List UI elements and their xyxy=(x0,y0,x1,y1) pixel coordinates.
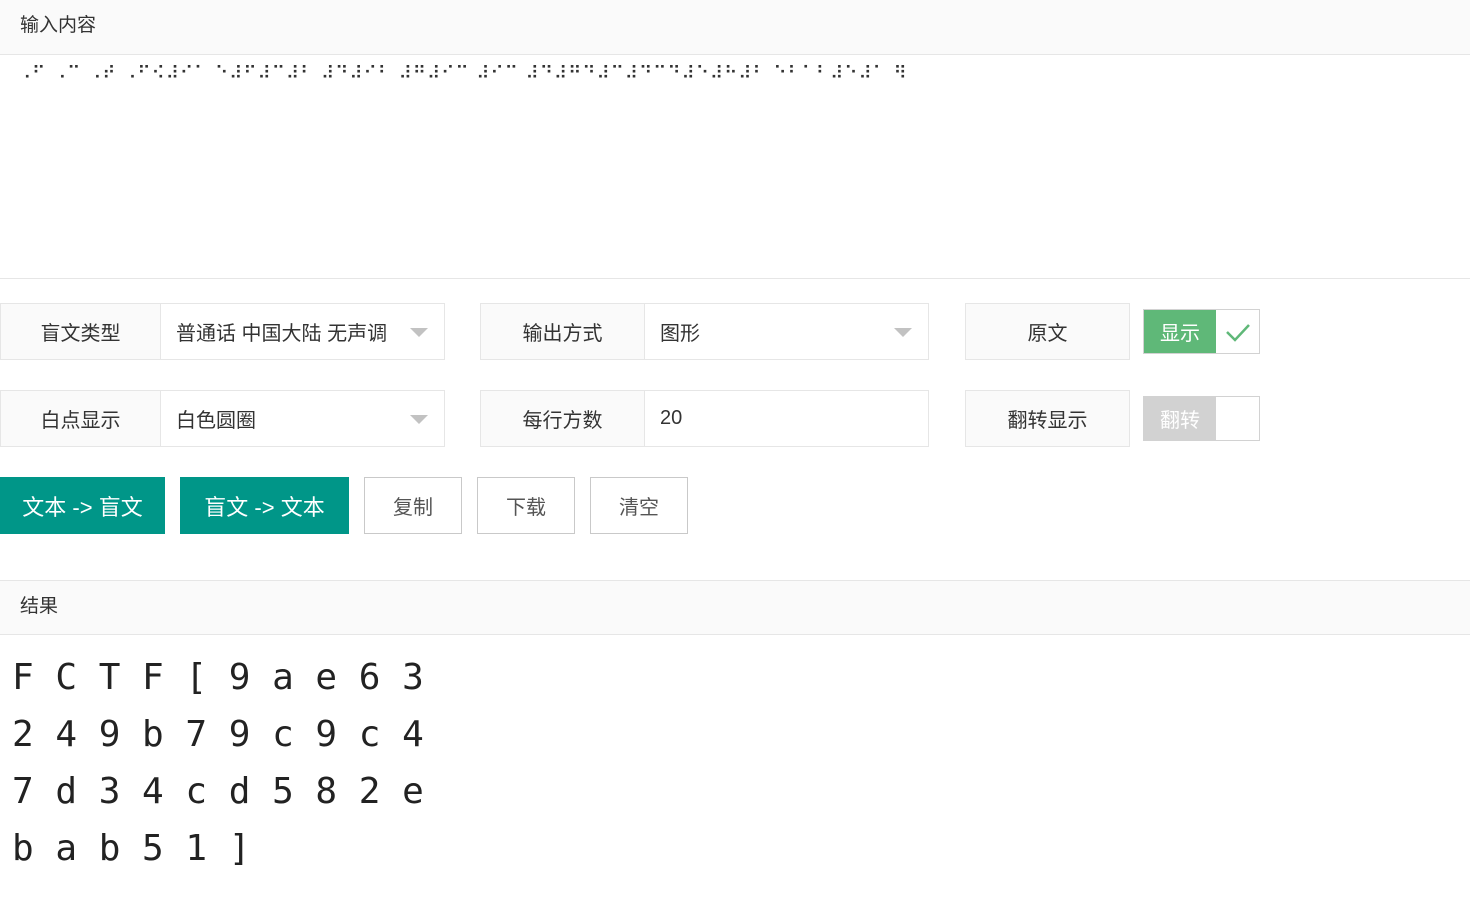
output-mode-label: 输出方式 xyxy=(480,303,645,360)
switch-track xyxy=(1216,397,1259,440)
result-line: F C T F [ 9 a e 6 3 xyxy=(12,657,424,698)
original-switch-text: 显示 xyxy=(1144,310,1216,353)
text-to-braille-button[interactable]: 文本 -> 盲文 xyxy=(0,477,165,534)
braille-type-select[interactable]: 普通话 中国大陆 无声调 xyxy=(161,303,445,360)
braille-type-value: 普通话 中国大陆 无声调 xyxy=(176,323,388,345)
copy-button[interactable]: 复制 xyxy=(364,477,462,534)
flip-switch-text: 翻转 xyxy=(1144,397,1216,440)
result-panel-header: 结果 xyxy=(0,580,1470,635)
original-text-label: 原文 xyxy=(965,303,1130,360)
chevron-down-icon xyxy=(410,328,428,337)
white-dot-label: 白点显示 xyxy=(0,390,161,447)
download-button[interactable]: 下载 xyxy=(477,477,575,534)
flip-display-label: 翻转显示 xyxy=(965,390,1130,447)
input-panel-header: 输入内容 xyxy=(0,0,1470,55)
result-line: 7 d 3 4 c d 5 8 2 e xyxy=(12,771,424,812)
braille-type-label: 盲文类型 xyxy=(0,303,161,360)
original-text-switch[interactable]: 显示 xyxy=(1143,309,1260,354)
output-mode-select[interactable]: 图形 xyxy=(645,303,929,360)
white-dot-value: 白色圆圈 xyxy=(176,410,256,432)
white-dot-select[interactable]: 白色圆圈 xyxy=(161,390,445,447)
per-line-input[interactable]: 20 xyxy=(645,390,929,447)
flip-display-switch[interactable]: 翻转 xyxy=(1143,396,1260,441)
braille-to-text-button[interactable]: 盲文 -> 文本 xyxy=(180,477,349,534)
per-line-value: 20 xyxy=(660,407,683,429)
per-line-label: 每行方数 xyxy=(480,390,645,447)
result-output: F C T F [ 9 a e 6 3 2 4 9 b 7 9 c 9 c 4 … xyxy=(0,635,1470,915)
result-line: b a b 5 1 ] xyxy=(12,828,251,869)
clear-button[interactable]: 清空 xyxy=(590,477,688,534)
output-mode-value: 图形 xyxy=(660,323,700,345)
chevron-down-icon xyxy=(410,415,428,424)
braille-input-textarea[interactable]: ⠠⠋ ⠠⠉ ⠠⠞ ⠠⠋⠪⠼⠊⠁ ⠑⠼⠋⠼⠉⠼⠃ ⠼⠙⠼⠊⠃ ⠼⠛⠼⠊⠉ ⠼⠊⠉ … xyxy=(0,55,1470,279)
result-line: 2 4 9 b 7 9 c 9 c 4 xyxy=(12,714,424,755)
check-icon xyxy=(1216,310,1259,353)
chevron-down-icon xyxy=(894,328,912,337)
